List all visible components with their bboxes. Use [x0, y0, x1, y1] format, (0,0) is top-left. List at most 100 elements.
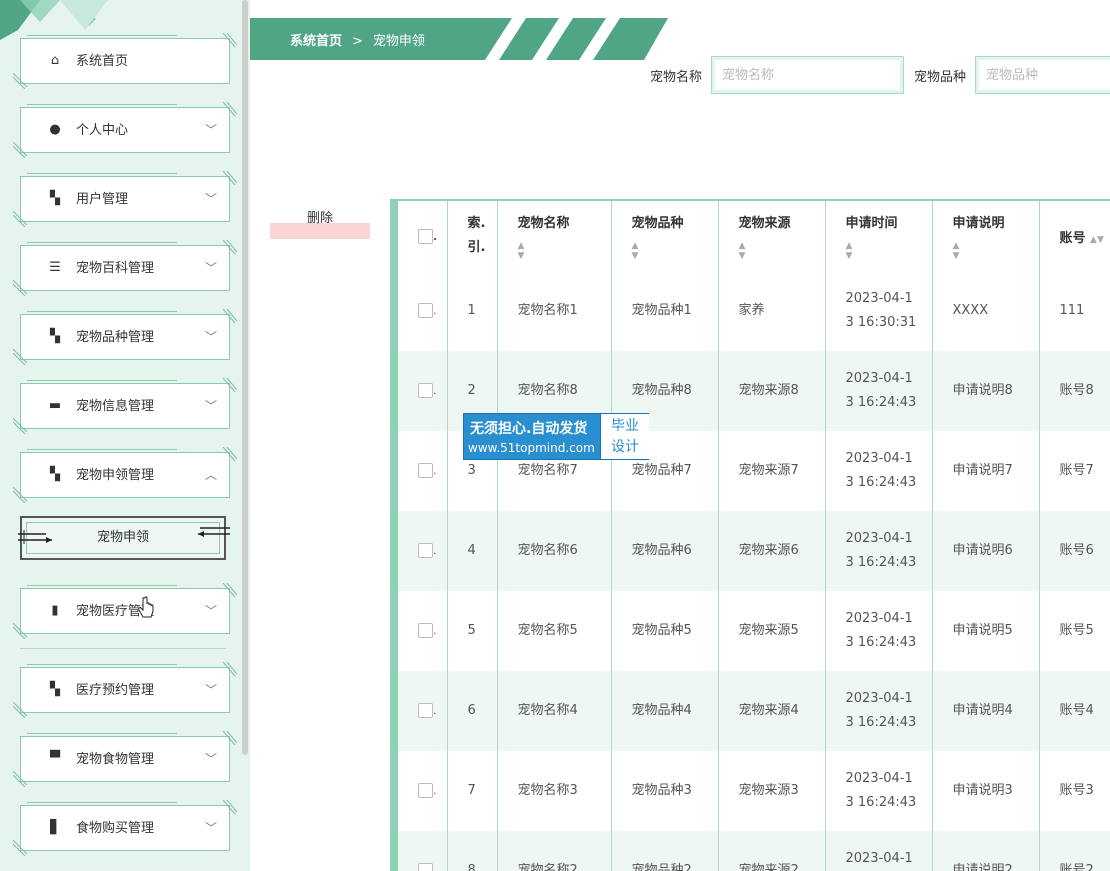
watermark-right: 毕业 设计 — [600, 414, 649, 459]
cell-note: 申请说明5 — [932, 591, 1040, 671]
row-checkbox[interactable] — [418, 703, 433, 718]
sort-icon[interactable]: ▲▼ — [1090, 235, 1104, 245]
delete-button[interactable]: 删除 — [270, 207, 370, 239]
chevron-down-icon: ﹀ — [204, 123, 217, 137]
cell-account: 账号5 — [1039, 591, 1110, 671]
sidebar-item-label: 宠物品种管理 — [76, 330, 155, 345]
row-checkbox[interactable] — [418, 463, 433, 478]
account-header-label: 账号 — [1059, 230, 1086, 246]
bar-chart-icon: ▮ — [51, 603, 59, 618]
corner-hatch-decoration — [13, 623, 28, 639]
sidebar-item-label: 宠物信息管理 — [76, 399, 155, 414]
sidebar-item-7[interactable]: ▚ 宠物申领管理 ︿ — [13, 447, 237, 503]
row-checkbox[interactable] — [418, 383, 433, 398]
table-row[interactable]: . 4 宠物名称6 宠物品种6 宠物来源6 2023-04-13 16:24:43 申请说明… — [398, 511, 1110, 591]
sort-icon[interactable]: ▲▼ — [953, 241, 1039, 261]
cell-account: 账号7 — [1039, 431, 1110, 511]
pet-breed-label: 宠物品种 — [914, 70, 967, 85]
menu-item-topline — [27, 242, 177, 243]
menu-item-topline — [27, 380, 177, 381]
pet-breed-input[interactable] — [975, 56, 1110, 94]
pet-name-input[interactable] — [711, 56, 904, 94]
cell-note: 申请说明7 — [932, 431, 1040, 511]
sidebar-scrollbar[interactable] — [242, 0, 248, 755]
corner-hatch-decoration — [222, 447, 237, 462]
data-table: . 索.引. 宠物名称 ▲ ▼ 宠物品种 ▲ ▼ 宠物来源 ▲ ▼ 申请时间 ▲ ▼ 申请说明 ▲… — [398, 201, 1110, 871]
sort-icon[interactable]: ▲▼ — [846, 241, 932, 261]
sidebar-item-10[interactable]: ▀ 宠物食物管理 ﹀ — [13, 731, 237, 787]
column-header-note[interactable]: 申请说明 ▲ ▼ — [932, 201, 1040, 271]
submenu-item-pet-claim[interactable]: 宠物申领 — [18, 516, 230, 560]
sidebar-item-1[interactable]: ⌂ 系统首页 — [13, 33, 237, 89]
sort-icon[interactable]: ▲▼ — [632, 241, 718, 261]
column-header-account[interactable]: 账号 ▲▼ — [1039, 201, 1110, 271]
corner-hatch-decoration — [13, 702, 28, 718]
sort-icon[interactable]: ▲▼ — [739, 241, 825, 261]
row-checkbox[interactable] — [418, 543, 433, 558]
cell-account: 账号8 — [1039, 351, 1110, 431]
data-table-container: . 索.引. 宠物名称 ▲ ▼ 宠物品种 ▲ ▼ 宠物来源 ▲ ▼ 申请时间 ▲ ▼ 申请说明 ▲… — [390, 199, 1110, 871]
sidebar-item-2[interactable]: ● 个人中心 ﹀ — [13, 102, 237, 158]
sidebar-item-label: 宠物申领管理 — [76, 468, 155, 483]
corner-hatch-decoration — [13, 142, 28, 158]
cell-index: 5 — [447, 591, 498, 671]
sidebar-item-11[interactable]: ▋ 食物购买管理 ﹀ — [13, 800, 237, 856]
sidebar-item-8[interactable]: ▮ 宠物医疗管理 ﹀ — [13, 583, 237, 639]
sort-icon[interactable]: ▲▼ — [518, 241, 611, 261]
breed-header-label: 宠物品种 — [631, 215, 684, 231]
row-checkbox-cell: . — [398, 751, 448, 831]
cell-account: 账号2 — [1039, 831, 1110, 871]
column-header-source[interactable]: 宠物来源 ▲ ▼ — [718, 201, 826, 271]
sidebar-item-4[interactable]: ☰ 宠物百科管理 ﹀ — [13, 240, 237, 296]
column-header-breed[interactable]: 宠物品种 ▲ ▼ — [611, 201, 719, 271]
sidebar-item-6[interactable]: ▬ 宠物信息管理 ﹀ — [13, 378, 237, 434]
cell-note: 申请说明4 — [932, 671, 1040, 751]
cell-source: 宠物来源2 — [718, 831, 826, 871]
corner-hatch-decoration — [222, 731, 237, 746]
grid-icon: ▚ — [50, 467, 60, 482]
table-row[interactable]: . 7 宠物名称3 宠物品种3 宠物来源3 2023-04-13 16:24:43 申请说明… — [398, 751, 1110, 831]
cell-note: 申请说明6 — [932, 511, 1040, 591]
row-checkbox[interactable] — [418, 303, 433, 318]
cell-note: XXXX — [932, 271, 1040, 351]
menu-item-topline — [27, 802, 177, 803]
grid-icon: ▚ — [50, 329, 60, 344]
source-header-label: 宠物来源 — [738, 215, 791, 231]
cell-index: 1 — [447, 271, 498, 351]
row-checkbox[interactable] — [418, 623, 433, 638]
table-row[interactable]: .8宠物名称2宠物品种2宠物来源22023-04-13 16:24:43申请说明… — [398, 831, 1110, 871]
corner-hatch-decoration — [222, 309, 237, 324]
pet-name-label: 宠物名称 — [650, 70, 703, 85]
cell-time: 2023-04-13 16:24:43 — [825, 831, 933, 871]
column-header-time[interactable]: 申请时间 ▲ ▼ — [825, 201, 933, 271]
cell-source: 宠物来源7 — [718, 431, 826, 511]
select-all-checkbox[interactable] — [418, 228, 433, 244]
table-row[interactable]: . 6 宠物名称4 宠物品种4 宠物来源4 2023-04-13 16:24:43 申请说明… — [398, 671, 1110, 751]
time-header-label: 申请时间 — [845, 215, 898, 231]
grid-icon: ▚ — [50, 682, 60, 697]
corner-hatch-decoration — [222, 102, 237, 117]
table-row[interactable]: . 1 宠物名称1 宠物品种1 家养 2023-04-13 16:30:31 XXXX 111 — [398, 271, 1110, 351]
cell-index: 4 — [447, 511, 498, 591]
sidebar-item-3[interactable]: ▚ 用户管理 ﹀ — [13, 171, 237, 227]
cell-account: 账号4 — [1039, 671, 1110, 751]
row-checkbox[interactable] — [418, 783, 433, 798]
table-row[interactable]: . 5 宠物名称5 宠物品种5 宠物来源5 2023-04-13 16:24:43 申请说明… — [398, 591, 1110, 671]
column-header-name[interactable]: 宠物名称 ▲ ▼ — [497, 201, 612, 271]
watermark-badge: 无须担心.自动发货 www.51topmind.com 毕业 设计 — [463, 413, 649, 460]
menu-item-topline — [27, 664, 177, 665]
sidebar-item-5[interactable]: ▚ 宠物品种管理 ﹀ — [13, 309, 237, 365]
breadcrumb-current: 宠物申领 — [372, 34, 425, 49]
sliders-icon: ☰ — [49, 260, 61, 275]
cell-breed: 宠物品种5 — [611, 591, 719, 671]
sidebar-item-label: 宠物百科管理 — [76, 261, 155, 276]
sidebar-item-9[interactable]: ▚ 医疗预约管理 ﹀ — [13, 662, 237, 718]
corner-hatch-decoration — [13, 418, 28, 434]
corner-hatch-decoration — [222, 33, 237, 48]
cell-source: 宠物来源3 — [718, 751, 826, 831]
index-header-label: 索.引. — [467, 216, 486, 255]
row-checkbox[interactable] — [418, 863, 433, 871]
breadcrumb-home[interactable]: 系统首页 — [290, 34, 342, 49]
cell-index: 8 — [447, 831, 498, 871]
chevron-up-icon: ︿ — [204, 468, 217, 482]
